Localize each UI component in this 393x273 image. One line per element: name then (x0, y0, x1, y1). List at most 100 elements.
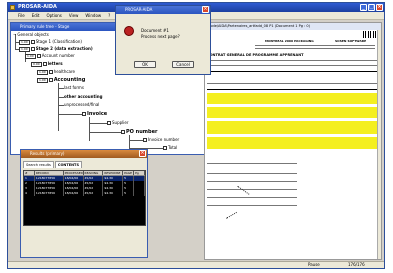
node-checkbox[interactable] (42, 62, 47, 66)
highlight-row (207, 107, 379, 118)
tab-contents[interactable]: CONTENTS (54, 161, 82, 168)
ok-button[interactable]: OK (134, 61, 156, 68)
highlight-row (207, 121, 379, 134)
tree-score: 1.00 (19, 46, 30, 52)
highlight-row (207, 93, 379, 104)
tree-node[interactable]: other accounting (64, 94, 102, 100)
tree-label: General objects (17, 32, 49, 37)
tree-label: Invoice (87, 111, 108, 117)
document-scrollbar[interactable] (377, 30, 381, 259)
tree-node[interactable]: PO number (121, 129, 157, 135)
table-row[interactable]: 4 1218077856 18/04/06 45/02 94.30 5 (24, 191, 145, 196)
tree-node[interactable]: − General objects (13, 32, 49, 38)
results-window: Results (primary) × Search results CONTE… (20, 149, 148, 258)
dialog-message-1: Document #1 (141, 28, 169, 33)
close-button[interactable]: × (376, 4, 383, 11)
rule-tree-title: Primary rule tree - Stage (20, 24, 70, 29)
tree-node[interactable]: 1.00 Stage 1 (Classification) (19, 39, 82, 45)
results-tabs: Search results CONTENTS (23, 161, 82, 168)
tree-label: letters (47, 61, 63, 66)
dialog-title: PROSAR-AIDA (125, 7, 153, 12)
tree-node[interactable]: 1.00 Account number (25, 53, 75, 59)
tree-score: 0.00 (31, 61, 42, 67)
results-grid: # RECORD PROCESSED READING RESPONSE PAGE… (23, 170, 146, 226)
cell (134, 191, 145, 196)
menu-edit[interactable]: Edit (32, 13, 40, 18)
tree-node[interactable]: last forms (64, 85, 84, 91)
node-checkbox[interactable] (82, 112, 86, 116)
menu-window[interactable]: Window (85, 13, 101, 18)
confirm-dialog: PROSAR-AIDA × Document #1 Process next pa… (115, 5, 211, 75)
cell: 4 (24, 191, 35, 196)
node-checkbox[interactable] (143, 138, 147, 142)
node-checkbox[interactable] (163, 146, 167, 150)
col-header[interactable]: PAGE (123, 171, 135, 175)
status-counter: 176/176 (348, 262, 365, 267)
menu-help[interactable]: ? (108, 13, 110, 18)
tree-label: unprocessed/final (64, 102, 100, 107)
col-header[interactable]: READING (84, 171, 104, 175)
node-checkbox[interactable] (48, 70, 53, 74)
tree-label: Stage 2 (data extraction) (35, 46, 93, 51)
node-checkbox[interactable] (121, 130, 125, 134)
dialog-close-button[interactable]: × (202, 6, 209, 13)
menu-options[interactable]: Options (46, 13, 61, 18)
highlight-row (207, 137, 379, 149)
cell: 18/04/06 (64, 191, 84, 196)
node-checkbox[interactable] (30, 40, 35, 44)
tab-search-results[interactable]: Search results (23, 161, 54, 168)
tree-node[interactable]: 1.00 healthcare (37, 69, 75, 75)
cell: 1218077856 (35, 191, 64, 196)
tree-node[interactable]: Total (163, 145, 177, 151)
col-header[interactable]: PROCESSED (64, 171, 84, 175)
tree-label: Total (168, 145, 178, 150)
app-title: PROSAR-AIDA (18, 4, 57, 10)
menu-file[interactable]: File (18, 13, 25, 18)
col-header[interactable]: # (24, 171, 35, 175)
tree-score: 1.00 (25, 53, 36, 59)
menu-view[interactable]: View (69, 13, 79, 18)
document-view: ...ode/AIDA\Partenaires_artfadd_08 P1 (D… (204, 22, 382, 260)
tree-label: Supplier (112, 120, 129, 125)
dialog-titlebar: PROSAR-AIDA × (116, 6, 210, 14)
cancel-button[interactable]: Cancel (172, 61, 194, 68)
tree-node[interactable]: 0.00 letters (31, 61, 63, 67)
tree-label: PO number (126, 129, 158, 135)
status-state: Pause (308, 262, 320, 267)
main-window: PROSAR-AIDA _ □ × File Edit Options View… (7, 2, 385, 269)
node-checkbox[interactable] (30, 47, 35, 51)
alert-icon (124, 26, 134, 36)
results-titlebar: Results (primary) × (21, 150, 147, 158)
tree-node[interactable]: Supplier (107, 120, 128, 126)
tree-label: Stage 1 (Classification) (35, 39, 82, 44)
tree-score: 1.00 (19, 39, 30, 45)
dialog-message-2: Process next page? (141, 34, 180, 39)
results-title: Results (primary) (30, 151, 65, 156)
status-bar: Pause 176/176 (8, 261, 384, 268)
document-header: MONTREAL 2000 PACKAGING (265, 39, 314, 43)
invoice-title: CONTRAT GENERAL DE PROGRAMME APPRENANT (207, 53, 304, 57)
tree-node[interactable]: Invoice (82, 111, 107, 117)
node-checkbox[interactable] (36, 54, 41, 58)
col-header[interactable]: RESPONSE (103, 171, 124, 175)
node-checkbox[interactable] (107, 121, 111, 125)
col-header[interactable]: Pg (134, 171, 145, 175)
cell: 5 (123, 191, 135, 196)
tree-label: Account number (41, 53, 75, 58)
tree-node[interactable]: 1.00 Accounting (37, 77, 85, 83)
tree-node[interactable]: 1.00 Stage 2 (data extraction) (19, 46, 93, 52)
document-path: ...ode/AIDA\Partenaires_artfadd_08 P1 (D… (205, 23, 381, 30)
tree-node[interactable]: Invoice number (143, 137, 179, 143)
node-checkbox[interactable] (48, 78, 53, 82)
results-close-button[interactable]: × (139, 150, 146, 157)
tree-label: Invoice number (148, 137, 180, 142)
minimize-button[interactable]: _ (360, 4, 367, 11)
tree-label: other accounting (64, 94, 103, 99)
maximize-button[interactable]: □ (368, 4, 375, 11)
col-header[interactable]: RECORD (35, 171, 64, 175)
tree-label: last forms (64, 85, 84, 90)
expand-icon[interactable]: − (13, 32, 16, 38)
tree-label: healthcare (53, 69, 76, 74)
tree-node[interactable]: unprocessed/final (64, 102, 99, 108)
tree-score: 1.00 (37, 77, 48, 83)
